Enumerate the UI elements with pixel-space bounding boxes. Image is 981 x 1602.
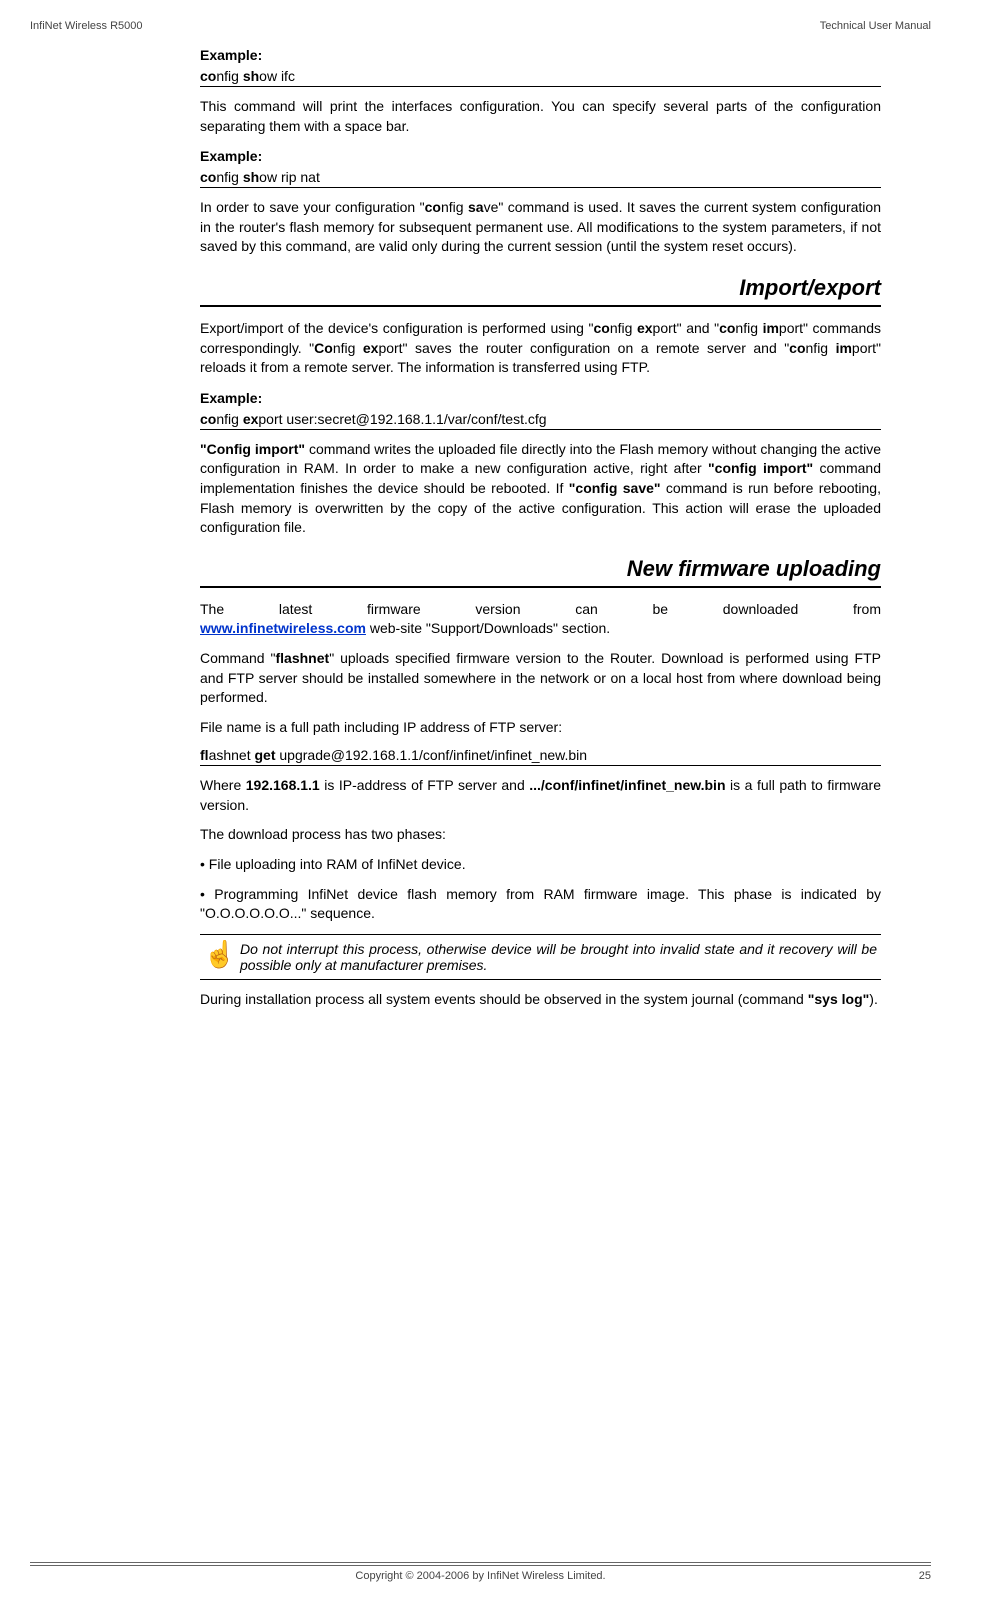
footer-copyright: Copyright © 2004-2006 by InfiNet Wireles…	[70, 1570, 891, 1582]
code-line-4: flashnet get upgrade@192.168.1.1/conf/in…	[200, 747, 881, 766]
paragraph-12: During installation process all system e…	[200, 990, 881, 1010]
page-header: InfiNet Wireless R5000 Technical User Ma…	[0, 0, 981, 32]
example-label-3: Example:	[200, 390, 881, 406]
page-footer: Copyright © 2004-2006 by InfiNet Wireles…	[0, 1562, 981, 1582]
main-content: Example: config show ifc This command wi…	[200, 47, 881, 1009]
paragraph-8: Where 192.168.1.1 is IP-address of FTP s…	[200, 776, 881, 815]
example-label-1: Example:	[200, 47, 881, 63]
header-left: InfiNet Wireless R5000	[30, 20, 143, 32]
code-line-3: config export user:secret@192.168.1.1/va…	[200, 411, 881, 430]
paragraph-9: The download process has two phases:	[200, 825, 881, 845]
paragraph-1: This command will print the interfaces c…	[200, 97, 881, 136]
paragraph-2: In order to save your configuration "con…	[200, 198, 881, 257]
paragraph-4: "Config import" command writes the uploa…	[200, 440, 881, 538]
paragraph-7: File name is a full path including IP ad…	[200, 718, 881, 738]
note-text: Do not interrupt this process, otherwise…	[240, 941, 881, 973]
paragraph-5: The latest firmware version can be downl…	[200, 600, 881, 620]
section-title-firmware: New firmware uploading	[200, 556, 881, 588]
section-title-import-export: Import/export	[200, 275, 881, 307]
footer-rule	[30, 1562, 931, 1566]
example-label-2: Example:	[200, 148, 881, 164]
firmware-link[interactable]: www.infinetwireless.com	[200, 620, 366, 636]
code-line-1: config show ifc	[200, 68, 881, 87]
paragraph-10: • File uploading into RAM of InfiNet dev…	[200, 855, 881, 875]
paragraph-6: Command "flashnet" uploads specified fir…	[200, 649, 881, 708]
note-box: ☝ Do not interrupt this process, otherwi…	[200, 934, 881, 980]
paragraph-3: Export/import of the device's configurat…	[200, 319, 881, 378]
paragraph-5b: www.infinetwireless.com web-site "Suppor…	[200, 619, 881, 639]
header-right: Technical User Manual	[820, 20, 931, 32]
code-line-2: config show rip nat	[200, 169, 881, 188]
paragraph-11: • Programming InfiNet device flash memor…	[200, 885, 881, 924]
footer-page-number: 25	[891, 1570, 931, 1582]
hand-icon: ☝	[200, 941, 240, 967]
